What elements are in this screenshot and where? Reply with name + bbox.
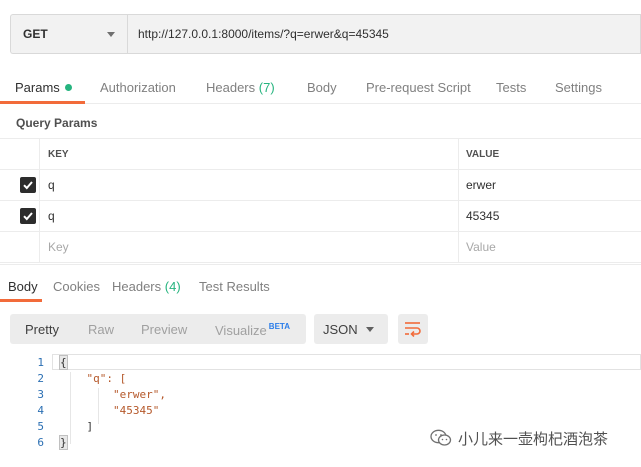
tab-headers-label: Headers — [206, 80, 256, 95]
tab-body[interactable]: Body — [307, 80, 337, 95]
response-tab-cookies-label: Cookies — [53, 279, 100, 294]
row-check-cell — [0, 201, 40, 231]
response-tab-headers[interactable]: Headers (4) — [112, 279, 181, 294]
tab-settings[interactable]: Settings — [555, 80, 602, 95]
response-tab-test-results[interactable]: Test Results — [199, 279, 270, 294]
table-header-row: KEY VALUE — [0, 139, 641, 170]
request-bar: GET http://127.0.0.1:8000/items/?q=erwer… — [10, 14, 641, 54]
method-select[interactable]: GET — [10, 14, 127, 54]
preview-button[interactable]: Preview — [141, 322, 187, 337]
watermark: 小儿来一壶枸杞酒泡茶 — [430, 426, 641, 450]
param-checkbox[interactable] — [20, 177, 36, 193]
line-number: 6 — [37, 436, 44, 449]
code-line: "45345" — [60, 404, 160, 417]
visualize-button[interactable]: Visualize BETA — [215, 322, 290, 338]
wrap-lines-icon — [405, 322, 421, 337]
tab-tests-label: Tests — [496, 80, 527, 95]
param-value-input[interactable]: erwer — [459, 170, 641, 200]
response-tab-cookies[interactable]: Cookies — [53, 279, 100, 294]
request-tabs: Params Authorization Headers (7) Body Pr… — [0, 68, 641, 104]
code-line: } — [59, 435, 68, 450]
language-label: JSON — [323, 321, 358, 337]
tab-headers-count: (7) — [258, 80, 275, 95]
tab-pre-request-script-label: Pre-request Script — [366, 80, 471, 95]
pretty-button[interactable]: Pretty — [25, 322, 59, 337]
tab-params[interactable]: Params — [15, 80, 72, 95]
checkmark-icon — [23, 181, 33, 190]
checkmark-icon — [23, 212, 33, 221]
line-number: 5 — [37, 420, 44, 433]
current-line-highlight — [52, 354, 641, 370]
param-checkbox[interactable] — [20, 208, 36, 224]
query-params-title: Query Params — [16, 116, 98, 130]
url-input[interactable]: http://127.0.0.1:8000/items/?q=erwer&q=4… — [127, 14, 641, 54]
line-number: 1 — [37, 356, 44, 369]
code-line: { — [59, 355, 68, 370]
params-active-dot — [64, 84, 72, 91]
response-tab-test-results-label: Test Results — [199, 279, 270, 294]
watermark-text: 小儿来一壶枸杞酒泡茶 — [458, 430, 609, 448]
code-line: ] — [60, 420, 94, 433]
param-key-input[interactable]: q — [40, 170, 459, 200]
param-key-input[interactable]: q — [40, 201, 459, 231]
chevron-down-icon — [366, 327, 374, 332]
response-tabs: Body Cookies Headers (4) Test Results — [0, 264, 641, 302]
query-params-table: KEY VALUE q erwer q 45345 Key Value — [0, 138, 641, 263]
table-row-new: Key Value — [0, 232, 641, 263]
chevron-down-icon — [107, 32, 115, 37]
line-number: 3 — [37, 388, 44, 401]
new-value-input[interactable]: Value — [459, 232, 641, 262]
visualize-label: Visualize — [215, 323, 267, 338]
method-label: GET — [23, 27, 48, 41]
response-active-tab-indicator — [0, 299, 42, 302]
tab-authorization-label: Authorization — [100, 80, 176, 95]
tab-authorization[interactable]: Authorization — [100, 80, 176, 95]
line-number: 4 — [37, 404, 44, 417]
param-value-input[interactable]: 45345 — [459, 201, 641, 231]
response-tab-body-label: Body — [8, 279, 38, 294]
tab-settings-label: Settings — [555, 80, 602, 95]
wechat-icon — [430, 429, 452, 447]
row-check-cell — [0, 232, 40, 262]
tab-params-label: Params — [15, 80, 60, 95]
wrap-lines-button[interactable] — [398, 314, 428, 344]
row-check-cell — [0, 170, 40, 200]
response-tab-body[interactable]: Body — [8, 279, 38, 294]
new-key-input[interactable]: Key — [40, 232, 459, 262]
raw-button[interactable]: Raw — [88, 322, 114, 337]
active-tab-indicator — [0, 101, 85, 104]
table-row: q 45345 — [0, 201, 641, 232]
column-header-value: VALUE — [466, 148, 500, 160]
tab-tests[interactable]: Tests — [496, 80, 526, 95]
format-mode-group: Pretty Raw Preview Visualize BETA — [10, 314, 306, 344]
response-tab-headers-count: (4) — [164, 279, 181, 294]
response-tab-headers-label: Headers — [112, 279, 162, 294]
tab-headers[interactable]: Headers (7) — [206, 80, 275, 95]
line-number: 2 — [37, 372, 44, 385]
beta-badge: BETA — [268, 322, 290, 331]
tab-pre-request-script[interactable]: Pre-request Script — [366, 80, 471, 95]
language-select[interactable]: JSON — [314, 314, 388, 344]
header-check-cell — [0, 139, 40, 169]
table-row: q erwer — [0, 170, 641, 201]
column-header-key: KEY — [40, 139, 459, 169]
tab-body-label: Body — [307, 80, 337, 95]
code-line: "q": [ — [60, 372, 127, 385]
code-line: "erwer", — [60, 388, 166, 401]
